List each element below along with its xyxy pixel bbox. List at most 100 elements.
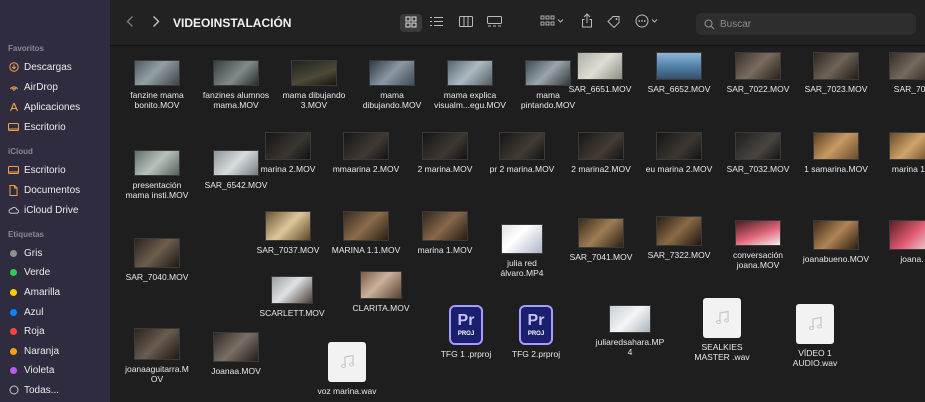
file-item[interactable]: SCARLETT.MOV [250, 276, 334, 318]
file-name: SAR_7041.MOV [569, 252, 633, 262]
file-item[interactable]: VÍDEO 1 AUDIO.wav [773, 304, 857, 368]
file-item[interactable]: SAR_7037.MOV [246, 211, 330, 255]
back-button[interactable] [126, 15, 134, 31]
video-thumbnail [813, 220, 859, 250]
file-item[interactable]: julia red álvaro.MP4 [480, 224, 564, 278]
file-item[interactable]: juliaredsahara.MP 4 [588, 305, 672, 357]
file-item[interactable]: marina 1.MOV [403, 211, 487, 255]
file-item[interactable]: mama dibujando 3.MOV [272, 60, 356, 110]
sidebar-item-descargas[interactable]: Descargas [8, 59, 106, 75]
forward-button[interactable] [152, 15, 160, 31]
sidebar-item-icloud-drive[interactable]: iCloud Drive [8, 202, 106, 218]
file-item[interactable]: 2 marina.MOV [403, 132, 487, 174]
sidebar-item-icloud-escritorio[interactable]: Escritorio [8, 162, 106, 178]
sidebar-tag-naranja[interactable]: Naranja [8, 343, 106, 359]
file-item[interactable]: Joanaa.MOV [194, 332, 278, 376]
tag-button[interactable] [607, 15, 621, 31]
file-item[interactable]: mama dibujando.MOV [350, 60, 434, 110]
file-item[interactable]: voz marina.wav [305, 342, 389, 396]
file-item[interactable]: mmaarina 2.MOV [324, 132, 408, 174]
file-item[interactable]: SAR_7022.MOV [716, 52, 800, 94]
file-name: mmaarina 2.MOV [332, 164, 400, 174]
file-item[interactable]: fanzines alumnos mama.MOV [194, 60, 278, 110]
file-item[interactable]: pr 2 marina.MOV [480, 132, 564, 174]
file-item[interactable]: SAR_6651.MOV [558, 52, 642, 94]
file-item[interactable]: SAR_702 [870, 52, 925, 94]
file-item[interactable]: marina 1 e [870, 132, 925, 174]
sidebar-tag-violeta[interactable]: Violeta [8, 362, 106, 378]
file-item[interactable]: 1 samarina.MOV [794, 132, 878, 174]
file-item[interactable]: conversación joana.MOV [716, 220, 800, 270]
file-name: joana. [900, 254, 924, 264]
video-thumbnail [889, 52, 925, 80]
file-item[interactable]: CLARITA.MOV [339, 271, 423, 313]
all-tags-icon [8, 385, 19, 395]
sidebar-item-label: Aplicaciones [24, 101, 81, 113]
file-name: SCARLETT.MOV [259, 308, 325, 318]
video-thumbnail [343, 132, 389, 160]
file-name: marina 1 e [891, 164, 925, 174]
file-item[interactable]: joanabueno.MOV [794, 220, 878, 264]
sidebar-item-documentos[interactable]: Documentos [8, 182, 106, 198]
file-name: SAR_7022.MOV [726, 84, 790, 94]
sidebar-item-escritorio[interactable]: Escritorio [8, 119, 106, 135]
desktop-icon [8, 165, 19, 175]
gallery-icon [487, 16, 502, 27]
file-item[interactable]: joanaaguitarra.M OV [115, 328, 199, 384]
video-thumbnail [735, 220, 781, 246]
sidebar-tag-roja[interactable]: Roja [8, 323, 106, 339]
chevron-left-icon [126, 16, 133, 27]
file-item[interactable]: SAR_7032.MOV [716, 132, 800, 174]
file-item[interactable]: fanzine mama bonito.MOV [115, 60, 199, 110]
file-name: TFG 2.prproj [511, 349, 561, 359]
sidebar-tag-todas[interactable]: Todas... [8, 382, 106, 398]
video-thumbnail [422, 211, 468, 241]
sidebar-tag-azul[interactable]: Azul [8, 304, 106, 320]
file-item[interactable]: SAR_7040.MOV [115, 238, 199, 282]
cloud-icon [8, 206, 19, 214]
file-item[interactable]: SEALKIES MASTER .wav [680, 298, 764, 362]
sidebar-tag-gris[interactable]: Gris [8, 245, 106, 261]
sidebar-item-label: Escritorio [24, 121, 66, 133]
group-by-button[interactable] [540, 15, 564, 30]
sidebar-item-airdrop[interactable]: AirDrop [8, 79, 106, 95]
video-thumbnail [577, 52, 623, 80]
file-item[interactable]: Pr PROJ TFG 2.prproj [494, 305, 578, 359]
sidebar-header-favorites: Favoritos [8, 44, 45, 53]
file-name: 2 marina.MOV [417, 164, 473, 174]
icon-view-button[interactable] [400, 14, 422, 32]
tag-dot-icon [10, 327, 17, 335]
file-item[interactable]: SAR_7023.MOV [794, 52, 878, 94]
file-name: pr 2 marina.MOV [489, 164, 555, 174]
more-actions-button[interactable] [635, 14, 661, 31]
sidebar-item-label: Naranja [24, 345, 60, 357]
file-item[interactable]: joana. [870, 220, 925, 264]
sidebar-tag-amarilla[interactable]: Amarilla [8, 284, 106, 300]
file-item[interactable]: SAR_6652.MOV [637, 52, 721, 94]
file-item[interactable]: mama explica visualm...egu.MOV [428, 60, 512, 110]
file-item[interactable]: SAR_7041.MOV [559, 218, 643, 262]
file-item[interactable]: MARINA 1.1.MOV [324, 211, 408, 255]
file-name: presentación mama insti.MOV [125, 180, 189, 200]
file-name: eu marina 2.MOV [645, 164, 713, 174]
sidebar-tag-verde[interactable]: Verde [8, 264, 106, 280]
column-view-button[interactable] [459, 16, 473, 30]
video-thumbnail [422, 132, 468, 160]
file-item[interactable]: eu marina 2.MOV [637, 132, 721, 174]
search-field[interactable]: Buscar [696, 13, 916, 35]
file-name: julia red álvaro.MP4 [500, 258, 544, 278]
sidebar-item-label: iCloud Drive [24, 204, 79, 216]
sidebar-item-aplicaciones[interactable]: Aplicaciones [8, 99, 106, 115]
file-name: SAR_702 [893, 84, 925, 94]
gallery-view-button[interactable] [487, 16, 502, 30]
tag-dot-icon [10, 268, 17, 276]
file-item[interactable]: marina 2.MOV [246, 132, 330, 174]
file-item[interactable]: presentación mama insti.MOV [115, 150, 199, 200]
audio-file-icon [703, 298, 741, 338]
list-view-button[interactable] [430, 16, 443, 30]
share-button[interactable] [581, 13, 593, 31]
file-item[interactable]: SAR_7322.MOV [637, 216, 721, 260]
audio-file-icon [328, 342, 366, 382]
search-icon [704, 18, 715, 29]
file-item[interactable]: 2 marina2.MOV [559, 132, 643, 174]
